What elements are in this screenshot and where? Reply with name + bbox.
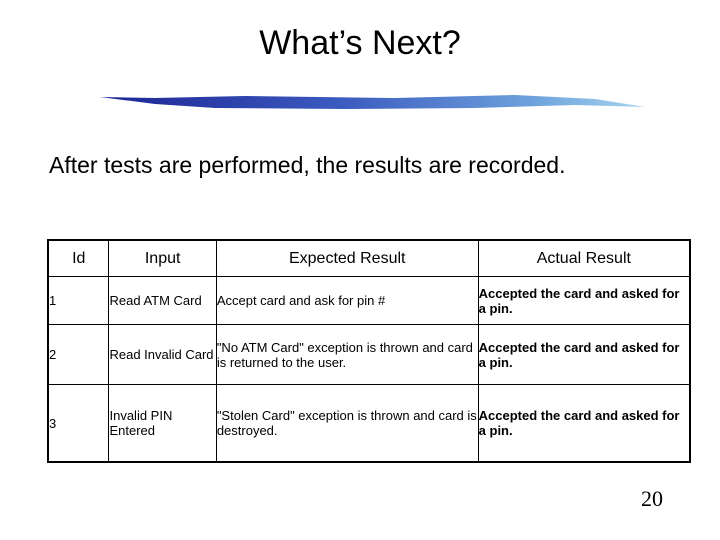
table-header-row: Id Input Expected Result Actual Result: [47, 239, 691, 277]
table-row: 2 Read Invalid Card "No ATM Card" except…: [47, 324, 691, 385]
cell-actual: Accepted the card and asked for a pin.: [477, 324, 691, 385]
cell-id: 1: [47, 276, 110, 325]
header-expected-result: Expected Result: [215, 239, 479, 277]
table-row: 3 Invalid PIN Entered "Stolen Card" exce…: [47, 384, 691, 463]
page-number: 20: [641, 486, 663, 511]
header-actual-result: Actual Result: [477, 239, 691, 277]
header-id: Id: [47, 239, 110, 277]
cell-input: Read Invalid Card: [108, 324, 217, 385]
slide-title: What’s Next?: [259, 24, 461, 62]
brush-stroke-divider: [100, 95, 645, 109]
test-results-table: Id Input Expected Result Actual Result 1…: [47, 239, 691, 463]
cell-id: 3: [47, 384, 110, 463]
cell-expected: Accept card and ask for pin #: [215, 276, 479, 325]
cell-input: Read ATM Card: [108, 276, 217, 325]
cell-id: 2: [47, 324, 110, 385]
table-row: 1 Read ATM Card Accept card and ask for …: [47, 276, 691, 325]
cell-actual: Accepted the card and asked for a pin.: [477, 384, 691, 463]
header-input: Input: [108, 239, 217, 277]
cell-actual: Accepted the card and asked for a pin.: [477, 276, 691, 325]
cell-input: Invalid PIN Entered: [108, 384, 217, 463]
cell-expected: "Stolen Card" exception is thrown and ca…: [215, 384, 479, 463]
cell-expected: "No ATM Card" exception is thrown and ca…: [215, 324, 479, 385]
intro-text: After tests are performed, the results a…: [49, 152, 566, 178]
